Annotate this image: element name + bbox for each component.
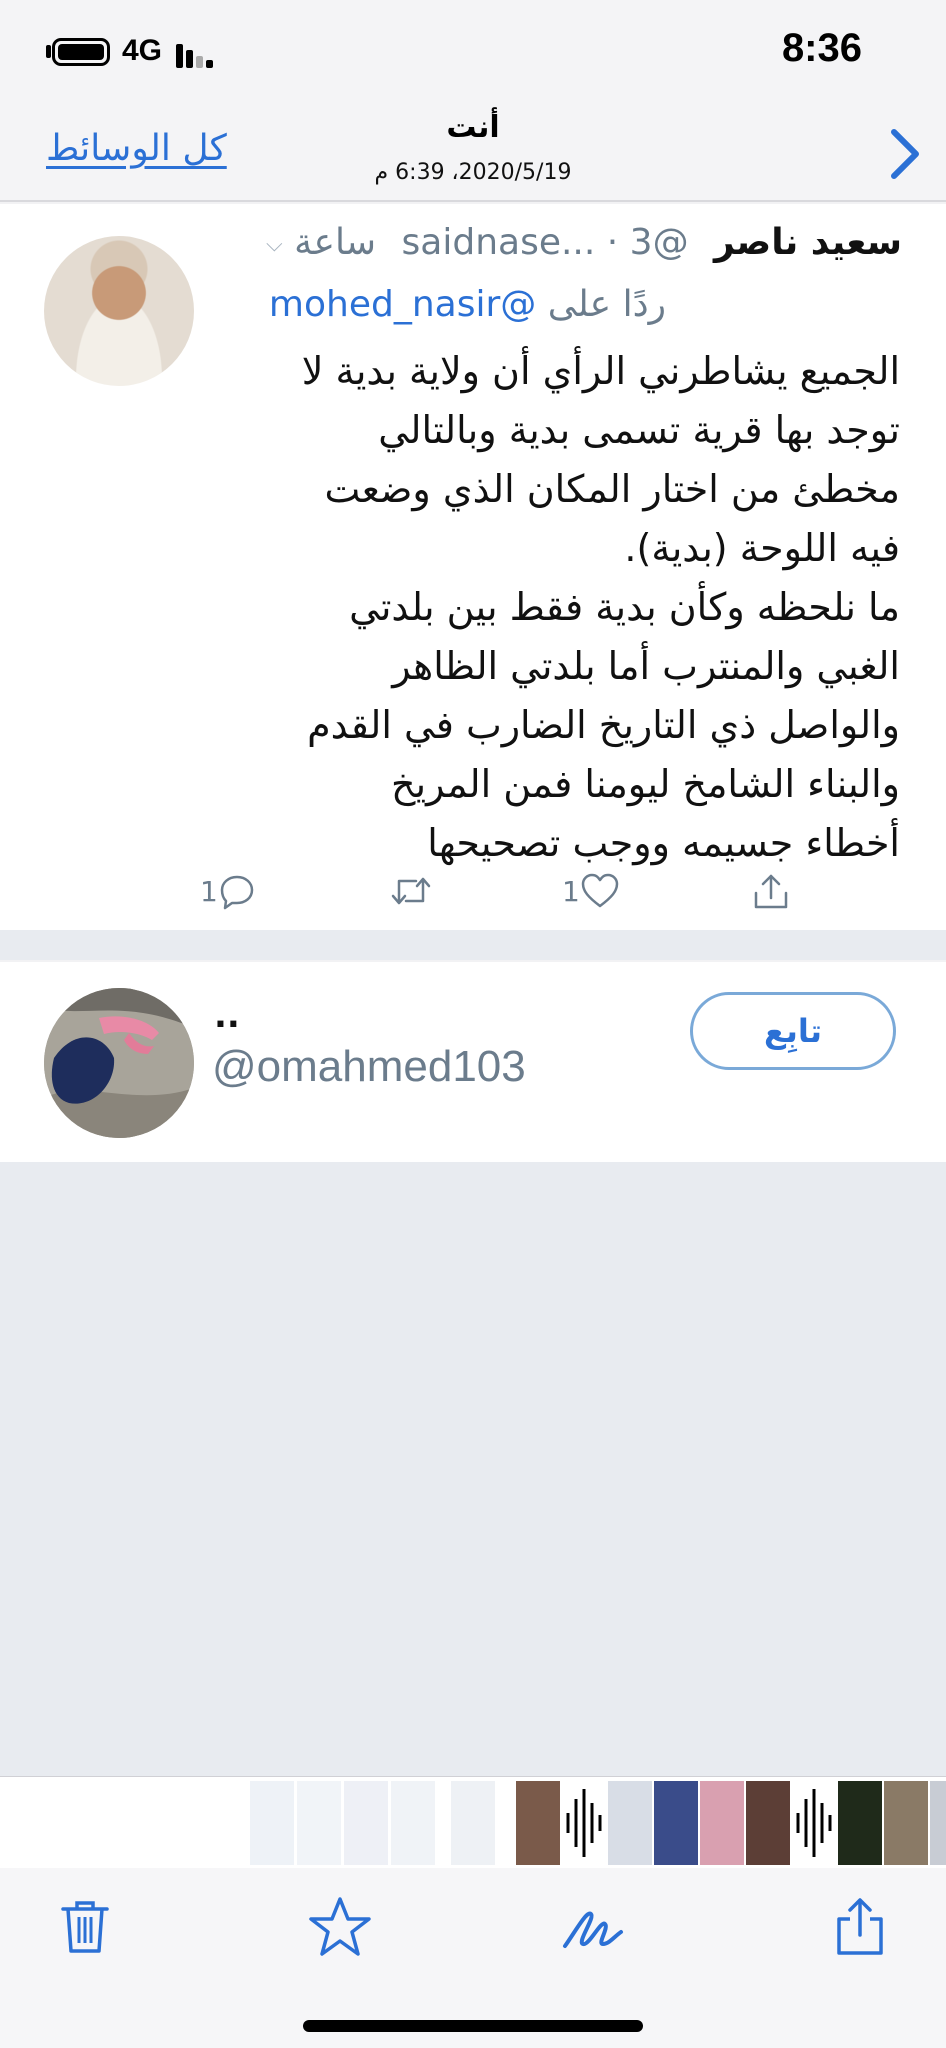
like-icon — [581, 873, 619, 908]
favorite-button[interactable] — [305, 1892, 375, 1962]
trash-icon — [61, 1901, 109, 1953]
photo-thumbnail-strip[interactable] — [0, 1776, 946, 1868]
share-tweet-button[interactable] — [752, 868, 790, 914]
follow-button[interactable]: تابِع — [690, 992, 896, 1070]
section-divider — [0, 930, 946, 960]
avatar[interactable] — [44, 988, 194, 1138]
photo-toolbar — [0, 1868, 946, 2048]
retweet-button[interactable] — [390, 868, 432, 914]
thumbnail[interactable] — [884, 1781, 928, 1865]
thumbnail[interactable] — [700, 1781, 744, 1865]
reply-prefix: ردًا على — [547, 284, 666, 325]
follow-card[interactable]: .. @omahmed103 تابِع — [0, 962, 946, 1162]
reply-icon — [220, 875, 254, 910]
reply-button[interactable]: 1 — [200, 868, 256, 914]
reply-count: 1 — [200, 874, 218, 908]
nav-date: 2020/5/19، 6:39 م — [374, 160, 572, 185]
audio-thumbnail[interactable] — [562, 1781, 606, 1865]
audio-thumbnail[interactable] — [792, 1781, 836, 1865]
tweet-header: سعيد ناصر @saidnase... · 3 ساعة ⌵ — [250, 222, 902, 263]
avatar-photo — [44, 988, 194, 1138]
delete-button[interactable] — [50, 1892, 120, 1962]
home-indicator[interactable] — [303, 2020, 643, 2032]
like-button[interactable]: 1 — [562, 868, 620, 914]
empty-area — [0, 1162, 946, 1776]
share-icon — [754, 874, 788, 909]
tweet-text: الجميع يشاطرني الرأي أن ولاية بدية لا تو… — [301, 349, 900, 865]
tweet-actions: 1 1 — [0, 864, 946, 924]
thumbnail[interactable] — [930, 1781, 946, 1865]
chevron-down-icon[interactable]: ⌵ — [266, 232, 283, 257]
markup-button[interactable] — [558, 1892, 628, 1962]
follow-handle: @omahmed103 — [212, 1042, 526, 1091]
avatar[interactable] — [44, 236, 194, 386]
thumbnail[interactable] — [297, 1781, 341, 1865]
nav-title: أنت — [446, 110, 500, 145]
share-export-icon — [837, 1898, 883, 1955]
markup-icon — [563, 1911, 623, 1948]
thumbnail[interactable] — [451, 1781, 495, 1865]
thumbnail[interactable] — [391, 1781, 435, 1865]
battery-tip — [46, 45, 51, 58]
thumbnail[interactable] — [250, 1781, 294, 1865]
tweet-card[interactable]: سعيد ناصر @saidnase... · 3 ساعة ⌵ ردًا ع… — [0, 204, 946, 930]
status-bar: 4G 8:36 — [0, 0, 946, 100]
tweet-separator: · — [606, 222, 619, 263]
tweet-author-name[interactable]: سعيد ناصر — [714, 222, 902, 263]
thumbnail[interactable] — [516, 1781, 560, 1865]
thumbnail[interactable] — [344, 1781, 388, 1865]
battery-icon — [52, 38, 110, 66]
thumbnail[interactable] — [654, 1781, 698, 1865]
star-icon — [309, 1897, 371, 1956]
nav-bar: كل الوسائط أنت 2020/5/19، 6:39 م — [0, 100, 946, 202]
thumbnail[interactable] — [608, 1781, 652, 1865]
thumbnail[interactable] — [746, 1781, 790, 1865]
follow-display-name: .. — [214, 996, 240, 1036]
status-time: 8:36 — [781, 26, 862, 70]
retweet-icon — [391, 877, 431, 905]
chevron-right-icon[interactable] — [884, 124, 924, 184]
reply-context: ردًا على @mohed_nasir — [269, 284, 666, 325]
network-type: 4G — [122, 34, 163, 67]
signal-icon — [176, 38, 224, 68]
thumbnail[interactable] — [838, 1781, 882, 1865]
reply-mention-link[interactable]: @mohed_nasir — [269, 284, 536, 325]
share-export-button[interactable] — [825, 1892, 895, 1962]
like-count: 1 — [562, 874, 580, 908]
